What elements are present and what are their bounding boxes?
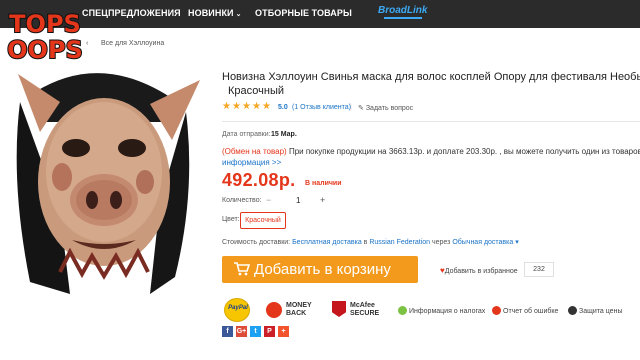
paypal-badge: PayPal [224, 298, 250, 322]
mcafee-line2: SECURE [350, 310, 380, 317]
star-icon: ★ [232, 101, 241, 112]
money-back-badge: MONEY BACK [286, 302, 312, 318]
promo-text: (Обмен на товар) При покупке продукции н… [222, 147, 640, 156]
brand-underline [384, 17, 422, 19]
promo-body: При покупке продукции на 3663.13р. и доп… [286, 147, 640, 156]
section-divider [222, 121, 640, 122]
pinterest-share-icon[interactable]: P [264, 326, 275, 337]
mcafee-badge: McAfee SECURE [350, 302, 379, 318]
nav-item-new[interactable]: НОВИНКИ ⌄ [188, 8, 242, 18]
ask-question-link[interactable]: ✎ Задать вопрос [358, 104, 413, 112]
pencil-icon: ✎ [358, 105, 364, 112]
wishlist-count: 232 [524, 262, 554, 277]
delivery-free-link[interactable]: Бесплатная доставка [292, 239, 362, 246]
rating-value: 5.0 [278, 104, 288, 111]
promo-more-link[interactable]: информация >> [222, 158, 281, 167]
divider: | [350, 104, 352, 111]
breadcrumb-back[interactable]: ‹ [86, 40, 88, 47]
tax-info-link[interactable]: Информация о налогах [398, 306, 485, 315]
paypal-label: PayPal [228, 305, 248, 311]
tax-info-label: Информация о налогах [409, 308, 486, 315]
star-icon: ★ [242, 101, 251, 112]
more-share-icon[interactable]: + [278, 326, 289, 337]
breadcrumb: ‹ Все для Хэллоуина [0, 36, 210, 52]
ship-date-value: 15 Мар. [271, 131, 297, 138]
ask-question-label: Задать вопрос [365, 105, 414, 112]
color-label: Цвет: [222, 216, 240, 223]
top-nav: СПЕЦПРЕДЛОЖЕНИЯ НОВИНКИ ⌄ ОТБОРНЫЕ ТОВАРЫ… [0, 0, 640, 28]
product-title: Новизна Хэллоуин Свинья маска для волос … [222, 71, 640, 83]
product-price: 492.08р. [222, 170, 296, 190]
quantity-input[interactable]: 1 [296, 196, 300, 205]
star-icon: ★ [222, 101, 231, 112]
money-back-icon [266, 302, 282, 318]
delivery-method-select[interactable]: Обычная доставка [452, 239, 513, 246]
quantity-decrease-button[interactable]: − [266, 195, 271, 205]
chevron-down-icon: ▾ [513, 239, 519, 246]
tax-icon [398, 306, 407, 315]
product-title-line2: Красочный [228, 85, 284, 97]
reviews-link[interactable]: (1 Отзыв клиента) [292, 104, 351, 111]
delivery-info: Стоимость доставки: Бесплатная доставка … [222, 238, 519, 246]
add-to-cart-button[interactable]: Добавить в корзину [222, 256, 418, 283]
stock-status: В наличии [305, 180, 342, 187]
money-back-line2: BACK [286, 310, 307, 317]
quantity-label: Количество: [222, 197, 262, 204]
star-icon: ★ [252, 101, 261, 112]
color-option[interactable]: Красочный [240, 212, 286, 229]
mcafee-line1: McAfee [350, 302, 375, 309]
delivery-label: Стоимость доставки: [222, 239, 291, 246]
ship-date-label: Дата отправки: [222, 131, 271, 138]
site-logo[interactable]: TOPS OOPS [4, 4, 86, 66]
brand-logo[interactable]: BroadLink [378, 5, 427, 16]
wishlist-label: Добавить в избранное [444, 268, 518, 275]
logo-line1: TOPS [9, 10, 81, 38]
report-error-link[interactable]: Отчет об ошибке [492, 306, 558, 315]
money-back-line1: MONEY [286, 302, 312, 309]
nav-item-new-label: НОВИНКИ [188, 8, 234, 18]
mcafee-shield-icon [332, 301, 346, 317]
chevron-down-icon: ⌄ [235, 11, 242, 18]
product-image[interactable] [0, 62, 206, 294]
star-icon: ★ [262, 101, 271, 112]
quantity-increase-button[interactable]: + [320, 195, 325, 205]
report-icon [492, 306, 501, 315]
add-to-cart-label: Добавить в корзину [254, 261, 391, 278]
add-to-wishlist-button[interactable]: ♥Добавить в избранное [440, 266, 518, 275]
promo-exchange-link[interactable]: (Обмен на товар) [222, 147, 287, 156]
nav-item-selected[interactable]: ОТБОРНЫЕ ТОВАРЫ [255, 8, 352, 18]
twitter-share-icon[interactable]: t [250, 326, 261, 337]
cart-icon [234, 262, 250, 276]
nav-item-specials[interactable]: СПЕЦПРЕДЛОЖЕНИЯ [82, 8, 181, 18]
delivery-country-select[interactable]: Russian Federation [369, 239, 430, 246]
facebook-share-icon[interactable]: f [222, 326, 233, 337]
breadcrumb-category[interactable]: Все для Хэллоуина [101, 40, 164, 47]
report-error-label: Отчет об ошибке [503, 308, 559, 315]
delivery-via: через [430, 239, 453, 246]
price-protection-link[interactable]: Защита цены [568, 306, 622, 315]
price-protection-label: Защита цены [579, 308, 623, 315]
shield-icon [568, 306, 577, 315]
googleplus-share-icon[interactable]: G+ [236, 326, 247, 337]
